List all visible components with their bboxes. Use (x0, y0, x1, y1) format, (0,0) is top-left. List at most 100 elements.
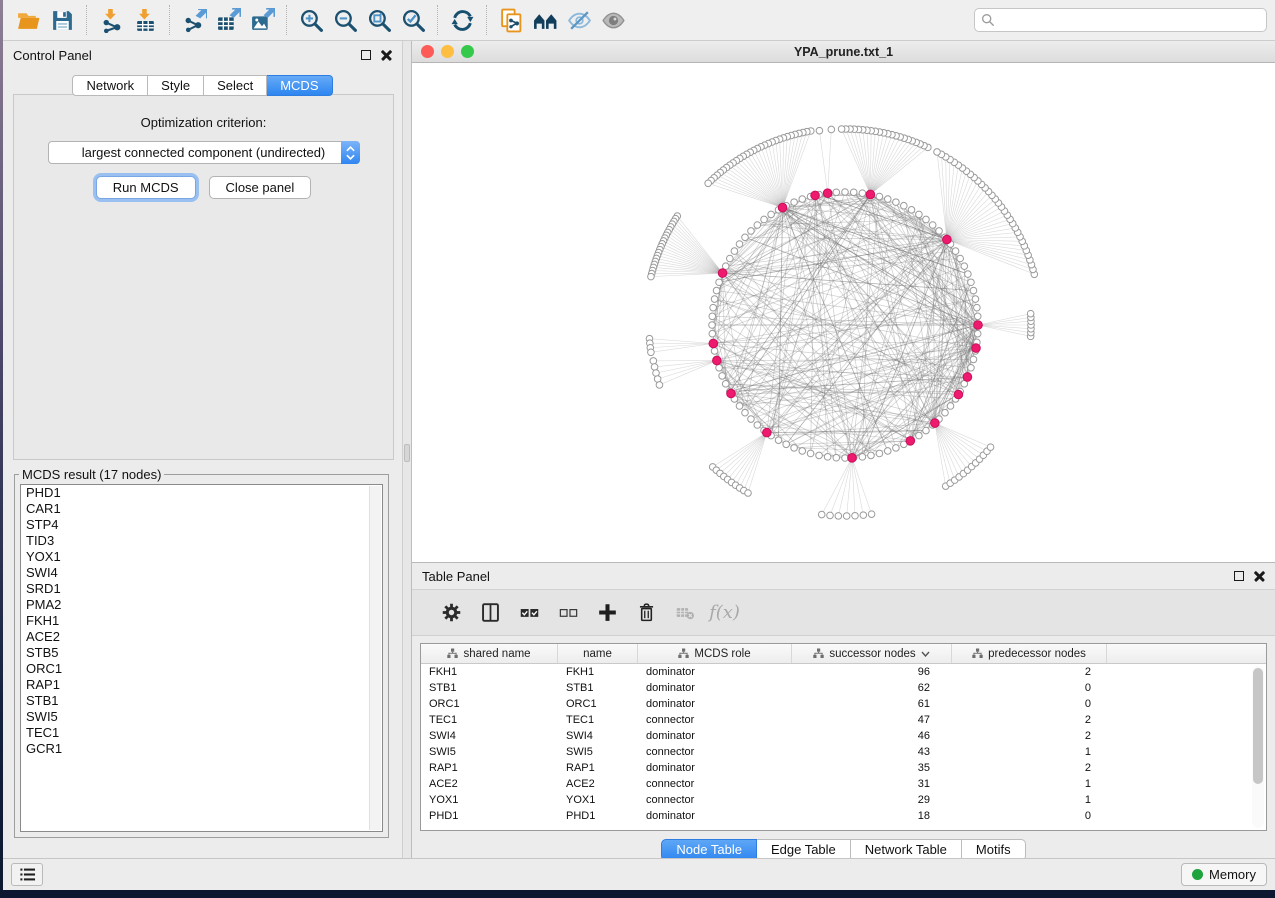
network-node[interactable] (952, 248, 959, 255)
network-node[interactable] (731, 248, 738, 255)
network-node[interactable] (713, 356, 722, 365)
network-node[interactable] (824, 454, 831, 461)
cell-mcds_role[interactable]: dominator (638, 682, 792, 694)
table-row[interactable]: RAP1RAP1dominator352 (421, 760, 1266, 776)
export-network-button[interactable] (177, 4, 211, 36)
cell-shared_name[interactable]: RAP1 (421, 762, 558, 774)
table-row[interactable]: STB1STB1dominator620 (421, 680, 1266, 696)
cell-successor_nodes[interactable]: 35 (792, 762, 952, 774)
network-node[interactable] (961, 263, 968, 270)
network-node[interactable] (842, 189, 849, 196)
network-node[interactable] (972, 296, 979, 303)
clone-network-button[interactable] (494, 4, 528, 36)
search-input[interactable] (1000, 10, 1260, 30)
apply-layout-button[interactable] (445, 4, 479, 36)
network-node[interactable] (884, 448, 891, 455)
network-node[interactable] (648, 349, 655, 356)
cell-name[interactable]: TEC1 (558, 714, 638, 726)
cell-name[interactable]: YOX1 (558, 794, 638, 806)
network-node[interactable] (718, 269, 727, 278)
cell-shared_name[interactable]: YOX1 (421, 794, 558, 806)
table-row[interactable]: FKH1FKH1dominator962 (421, 664, 1266, 680)
tab-network[interactable]: Network (72, 75, 148, 96)
cell-shared_name[interactable]: FKH1 (421, 666, 558, 678)
zoom-fit-button[interactable] (362, 4, 396, 36)
network-graph[interactable] (412, 63, 1275, 562)
column-header-shared-name[interactable]: shared name (421, 644, 558, 663)
network-node[interactable] (833, 454, 840, 461)
network-node[interactable] (970, 287, 977, 294)
cell-name[interactable]: ACE2 (558, 778, 638, 790)
network-node[interactable] (942, 409, 949, 416)
network-node[interactable] (965, 271, 972, 278)
cell-mcds_role[interactable]: dominator (638, 810, 792, 822)
mcds-result-item[interactable]: STB5 (21, 645, 382, 661)
show-all-button[interactable] (596, 4, 630, 36)
export-table-button[interactable] (211, 4, 245, 36)
network-node[interactable] (916, 211, 923, 218)
mcds-result-item[interactable]: PHD1 (21, 485, 382, 501)
cell-predecessor_nodes[interactable]: 1 (952, 794, 1107, 806)
network-node[interactable] (748, 228, 755, 235)
cell-mcds_role[interactable]: connector (638, 794, 792, 806)
network-node[interactable] (901, 202, 908, 209)
cell-shared_name[interactable]: PHD1 (421, 810, 558, 822)
table-row[interactable]: SWI5SWI5connector431 (421, 744, 1266, 760)
cell-shared_name[interactable]: STB1 (421, 682, 558, 694)
close-panel-icon[interactable] (1254, 571, 1265, 582)
network-node[interactable] (852, 512, 859, 519)
network-node[interactable] (968, 364, 975, 371)
network-node[interactable] (816, 452, 823, 459)
network-node[interactable] (709, 330, 716, 337)
network-node[interactable] (722, 381, 729, 388)
cell-name[interactable]: FKH1 (558, 666, 638, 678)
cell-mcds_role[interactable]: connector (638, 746, 792, 758)
network-node[interactable] (791, 445, 798, 452)
network-node[interactable] (972, 344, 981, 353)
network-node[interactable] (974, 330, 981, 337)
network-node[interactable] (974, 321, 983, 330)
mcds-result-item[interactable]: PMA2 (21, 597, 382, 613)
network-node[interactable] (711, 296, 718, 303)
cell-name[interactable]: ORC1 (558, 698, 638, 710)
table-scrollbar-thumb[interactable] (1253, 668, 1263, 784)
network-node[interactable] (754, 222, 761, 229)
zoom-out-button[interactable] (328, 4, 362, 36)
cell-shared_name[interactable]: SWI5 (421, 746, 558, 758)
network-node[interactable] (807, 450, 814, 457)
close-panel-button[interactable]: Close panel (209, 176, 312, 199)
network-node[interactable] (705, 180, 712, 187)
float-panel-icon[interactable] (361, 50, 371, 60)
float-panel-icon[interactable] (1234, 571, 1244, 581)
network-node[interactable] (719, 373, 726, 380)
delete-column-button[interactable] (627, 595, 666, 631)
import-table-button[interactable] (128, 4, 162, 36)
network-node[interactable] (957, 255, 964, 262)
mcds-result-item[interactable]: RAP1 (21, 677, 382, 693)
save-button[interactable] (45, 4, 79, 36)
network-node[interactable] (908, 207, 915, 214)
cell-successor_nodes[interactable]: 96 (792, 666, 952, 678)
mcds-result-list[interactable]: PHD1CAR1STP4TID3YOX1SWI4SRD1PMA2FKH1ACE2… (20, 484, 383, 832)
cell-predecessor_nodes[interactable]: 2 (952, 762, 1107, 774)
network-node[interactable] (727, 255, 734, 262)
network-node[interactable] (783, 441, 790, 448)
mcds-result-item[interactable]: FKH1 (21, 613, 382, 629)
network-node[interactable] (716, 279, 723, 286)
cell-mcds_role[interactable]: dominator (638, 762, 792, 774)
table-row[interactable]: SWI4SWI4dominator462 (421, 728, 1266, 744)
tab-select[interactable]: Select (204, 75, 267, 96)
network-node[interactable] (648, 273, 655, 280)
cell-successor_nodes[interactable]: 46 (792, 730, 952, 742)
hide-selected-button[interactable] (562, 4, 596, 36)
network-node[interactable] (876, 450, 883, 457)
network-node[interactable] (650, 358, 657, 365)
network-node[interactable] (931, 419, 940, 428)
cell-predecessor_nodes[interactable]: 0 (952, 682, 1107, 694)
network-node[interactable] (716, 364, 723, 371)
cell-predecessor_nodes[interactable]: 2 (952, 714, 1107, 726)
network-node[interactable] (775, 437, 782, 444)
column-header-MCDS-role[interactable]: MCDS role (638, 644, 792, 663)
memory-button[interactable]: Memory (1181, 863, 1267, 886)
network-node[interactable] (954, 390, 963, 399)
